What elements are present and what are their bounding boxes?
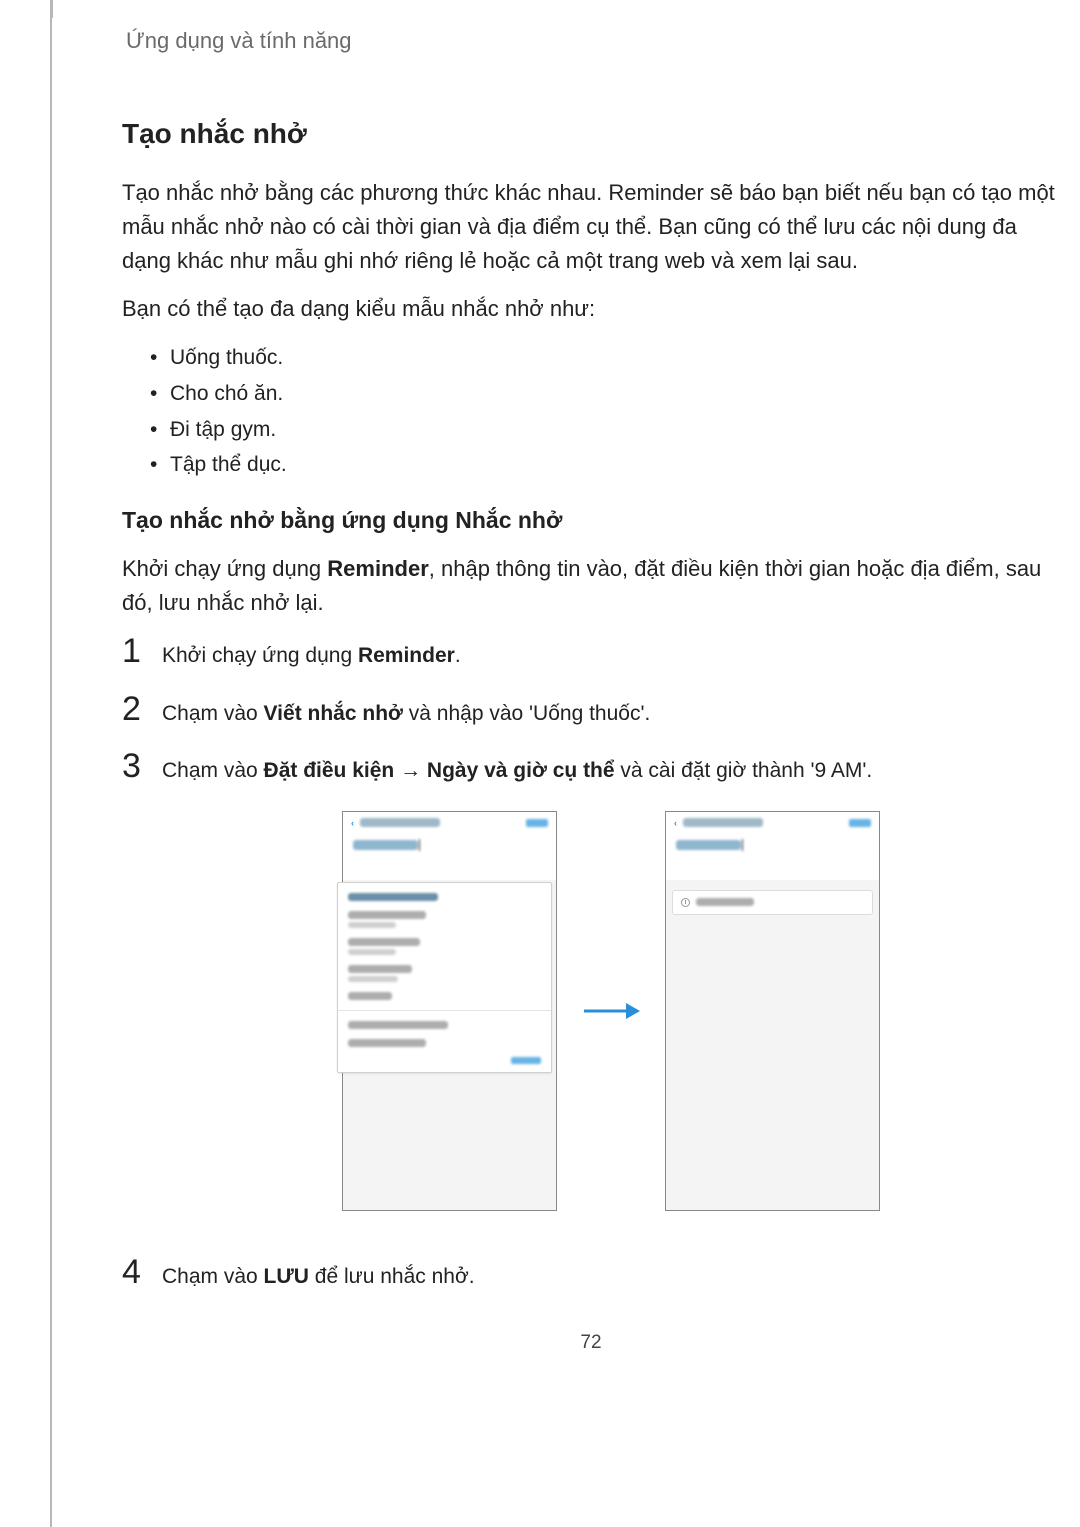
bold: Reminder <box>327 556 428 581</box>
screenshot-row: ‹ <box>122 811 1060 1211</box>
phone-input-text-blur <box>676 840 741 850</box>
step-2: 2 Chạm vào Viết nhắc nhở và nhập vào 'Uố… <box>122 692 1060 730</box>
phone-input-area <box>343 834 556 880</box>
subsection-title: Tạo nhắc nhở bằng ứng dụng Nhắc nhở <box>122 507 1060 534</box>
time-chip <box>672 890 873 915</box>
bold: Đặt điều kiện <box>264 759 395 782</box>
phone-screenshot-right: ‹ <box>665 811 880 1211</box>
phone-body <box>343 1073 556 1210</box>
section-title: Tạo nhắc nhở <box>122 118 1060 150</box>
page-number: 72 <box>122 1332 1060 1354</box>
arrow-text: → <box>394 759 427 782</box>
bold: Viết nhắc nhở <box>264 702 403 725</box>
page: Ứng dụng và tính năng Tạo nhắc nhở Tạo n… <box>50 0 1080 1527</box>
step-number: 3 <box>122 749 144 783</box>
bold: Reminder <box>358 644 455 667</box>
step-1: 1 Khởi chạy ứng dụng Reminder. <box>122 634 1060 672</box>
cancel-blur <box>511 1057 541 1064</box>
step-3: 3 Chạm vào Đặt điều kiện → Ngày và giờ c… <box>122 749 1060 787</box>
text: Khởi chạy ứng dụng <box>122 556 327 581</box>
phone-title-blur <box>683 818 763 827</box>
step-text: Chạm vào Đặt điều kiện → Ngày và giờ cụ … <box>162 751 872 787</box>
phone-header: ‹ <box>343 812 556 834</box>
bold: Ngày và giờ cụ thể <box>427 759 615 782</box>
intro-paragraph: Tạo nhắc nhở bằng các phương thức khác n… <box>122 176 1060 278</box>
text: Chạm vào <box>162 759 264 782</box>
subsection-intro: Khởi chạy ứng dụng Reminder, nhập thông … <box>122 552 1060 620</box>
breadcrumb: Ứng dụng và tính năng <box>122 28 1060 54</box>
bullet-list: Uống thuốc. Cho chó ăn. Đi tập gym. Tập … <box>122 340 1060 483</box>
text: . <box>455 644 461 667</box>
back-icon: ‹ <box>351 818 354 828</box>
phone-save-blur <box>849 819 871 827</box>
text: Khởi chạy ứng dụng <box>162 644 358 667</box>
phone-title-blur <box>360 818 440 827</box>
step-text: Khởi chạy ứng dụng Reminder. <box>162 636 461 672</box>
conditions-panel <box>337 882 552 1073</box>
bullet-item: Tập thể dục. <box>150 447 1060 483</box>
phone-header: ‹ <box>666 812 879 834</box>
clock-icon <box>681 898 690 907</box>
bullet-item: Cho chó ăn. <box>150 376 1060 412</box>
text: Chạm vào <box>162 702 264 725</box>
phone-save-blur <box>526 819 548 827</box>
step-text: Chạm vào LƯU để lưu nhắc nhở. <box>162 1257 475 1293</box>
bullet-item: Đi tập gym. <box>150 412 1060 448</box>
arrow-right-icon <box>581 996 641 1026</box>
phone-input-area <box>666 834 879 880</box>
phone-body <box>666 921 879 1210</box>
text: để lưu nhắc nhở. <box>309 1265 475 1288</box>
intro-line-2: Bạn có thể tạo đa dạng kiểu mẫu nhắc nhở… <box>122 292 1060 326</box>
phone-screenshot-left: ‹ <box>342 811 557 1211</box>
bullet-item: Uống thuốc. <box>150 340 1060 376</box>
text: và cài đặt giờ thành '9 AM'. <box>615 759 873 782</box>
text: và nhập vào 'Uống thuốc'. <box>403 702 650 725</box>
step-4: 4 Chạm vào LƯU để lưu nhắc nhở. <box>122 1255 1060 1293</box>
back-icon: ‹ <box>674 818 677 828</box>
bold: LƯU <box>264 1265 309 1288</box>
step-number: 1 <box>122 634 144 668</box>
step-number: 2 <box>122 692 144 726</box>
text: Chạm vào <box>162 1265 264 1288</box>
step-text: Chạm vào Viết nhắc nhở và nhập vào 'Uống… <box>162 694 650 730</box>
phone-input-text-blur <box>353 840 418 850</box>
step-number: 4 <box>122 1255 144 1289</box>
